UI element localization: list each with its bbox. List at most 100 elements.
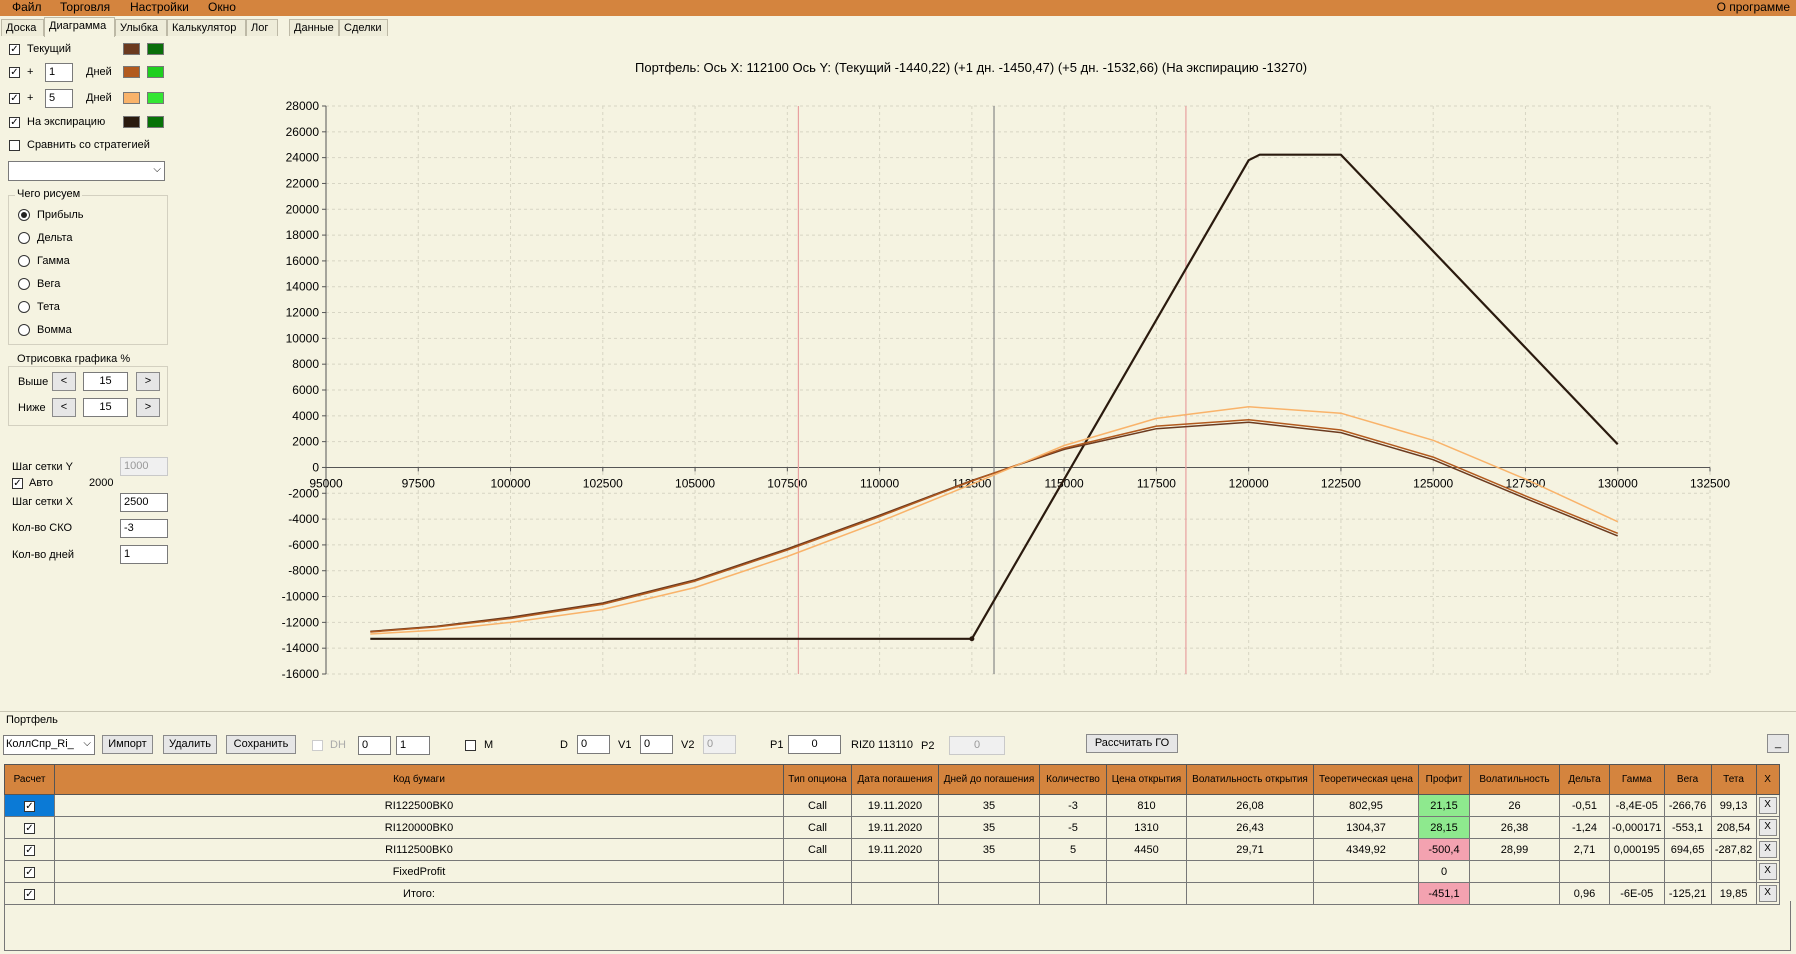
table-cell: 28,15 [1418,816,1470,839]
table-row[interactable]: ✓ RI122500BK0 Call 19.11.2020 35 -3 810 26,08 80… [4,794,1780,817]
column-header[interactable]: Тип опциона [783,764,852,795]
calc-checkbox[interactable]: ✓ [24,844,35,856]
column-header[interactable]: Расчет [4,764,55,795]
column-header[interactable]: Профит [1418,764,1470,795]
table-cell: 802,95 [1313,794,1419,817]
column-header[interactable]: Волатильность открытия [1186,764,1314,795]
x-tick-label: 132500 [1690,476,1730,490]
table-cell: -1,24 [1559,816,1610,839]
table-cell: 19.11.2020 [851,794,939,817]
remove-row-cell: X [1755,794,1780,817]
table-cell: 1310 [1106,816,1187,839]
calc-checkbox-cell[interactable]: ✓ [4,860,55,883]
spin2-input[interactable]: 1 [396,736,430,755]
y-tick-label: -8000 [288,564,319,578]
p2-label: P2 [921,740,935,752]
x-tick-label: 105000 [675,476,715,490]
y-tick-label: 16000 [286,254,320,268]
save-button[interactable]: Сохранить [226,735,296,754]
remove-row-button[interactable]: X [1758,885,1777,902]
table-cell: 35 [938,816,1040,839]
calc-checkbox-cell[interactable]: ✓ [4,816,55,839]
v1-input[interactable]: 0 [640,735,673,754]
column-header[interactable]: Волатильность [1469,764,1560,795]
remove-row-button[interactable]: X [1758,841,1777,858]
table-row[interactable]: ✓ FixedProfit 0 X [4,860,1780,883]
chevron-down-icon: ⌵ [83,738,91,749]
portfolio-separator [0,711,1796,712]
table-cell: 694,65 [1663,838,1712,861]
m-label: M [484,739,494,751]
portfolio-select[interactable]: КоллСпр_Ri_ ⌵ [3,735,95,755]
column-header[interactable]: Дней до погашения [938,764,1040,795]
remove-row-cell: X [1755,860,1780,883]
portfolio-select-value: КоллСпр_Ri_ [6,738,74,750]
table-cell: 19.11.2020 [851,816,939,839]
table-cell: 0 [1418,860,1470,883]
positions-table: Расчет Код бумаги Тип опциона Дата погашени… [4,764,1780,905]
p2-input[interactable]: 0 [949,736,1005,755]
table-cell: RI112500BK0 [54,838,784,861]
calc-go-button[interactable]: Рассчитать ГО [1086,734,1178,753]
remove-row-button[interactable]: X [1758,797,1777,814]
column-header[interactable]: Дата погашения [851,764,939,795]
table-cell [938,860,1040,883]
column-header[interactable]: Гамма [1609,764,1665,795]
x-tick-label: 117500 [1137,476,1176,490]
y-tick-label: 28000 [286,99,320,113]
column-header[interactable]: Вега [1663,764,1712,795]
table-cell: -3 [1039,794,1107,817]
y-tick-label: 14000 [286,280,320,294]
table-cell [1313,860,1419,883]
m-checkbox[interactable] [465,740,476,751]
dh-checkbox[interactable] [312,740,323,751]
column-header[interactable]: Количество [1039,764,1107,795]
x-tick-label: 120000 [1229,476,1269,490]
table-cell [1469,860,1560,883]
column-header[interactable]: Дельта [1559,764,1610,795]
table-cell: 28,99 [1469,838,1560,861]
table-row[interactable]: ✓ RI112500BK0 Call 19.11.2020 35 5 4450 29,71 43… [4,838,1780,861]
delete-button[interactable]: Удалить [163,735,217,754]
portfolio-title: Портфель [6,714,58,726]
import-button[interactable]: Импорт [102,735,153,754]
y-tick-label: 26000 [286,125,320,139]
table-cell: -8,4E-05 [1609,794,1665,817]
calc-checkbox-cell[interactable]: ✓ [4,794,55,817]
table-row[interactable]: ✓ RI120000BK0 Call 19.11.2020 35 -5 1310 26,43 1… [4,816,1780,839]
minimize-button[interactable]: _ [1767,734,1789,753]
d-input[interactable]: 0 [577,735,610,754]
remove-row-button[interactable]: X [1758,863,1777,880]
y-tick-label: 8000 [292,357,319,371]
x-tick-label: 102500 [583,476,623,490]
table-cell: 35 [938,838,1040,861]
table-cell: 4450 [1106,838,1187,861]
y-tick-label: -2000 [288,486,319,500]
column-header[interactable]: X [1755,764,1780,795]
y-tick-label: 20000 [286,202,320,216]
table-cell [851,860,939,883]
x-tick-label: 130000 [1598,476,1638,490]
calc-checkbox-cell[interactable]: ✓ [4,838,55,861]
column-header[interactable]: Тета [1710,764,1757,795]
table-cell: -5 [1039,816,1107,839]
calc-checkbox[interactable]: ✓ [24,800,35,812]
column-header[interactable]: Теоретическая цена [1313,764,1419,795]
v2-input[interactable]: 0 [703,735,736,754]
x-tick-label: 122500 [1321,476,1361,490]
x-tick-label: 97500 [402,476,436,490]
calc-checkbox[interactable]: ✓ [24,866,35,878]
table-cell: 26,43 [1186,816,1314,839]
calc-checkbox[interactable]: ✓ [24,888,35,900]
table-cell: 26 [1469,794,1560,817]
payoff-chart: 95000 97500 100000 102500 105000 107500 110000… [282,99,1731,681]
spin1-input[interactable]: 0 [358,736,391,755]
column-header[interactable]: Код бумаги [54,764,784,795]
y-tick-label: 6000 [292,383,319,397]
calc-checkbox[interactable]: ✓ [24,822,35,834]
remove-row-button[interactable]: X [1758,819,1777,836]
column-header[interactable]: Цена открытия [1106,764,1187,795]
p1-input[interactable]: 0 [788,735,841,754]
y-tick-label: 4000 [292,409,319,423]
remove-row-cell: X [1755,838,1780,861]
